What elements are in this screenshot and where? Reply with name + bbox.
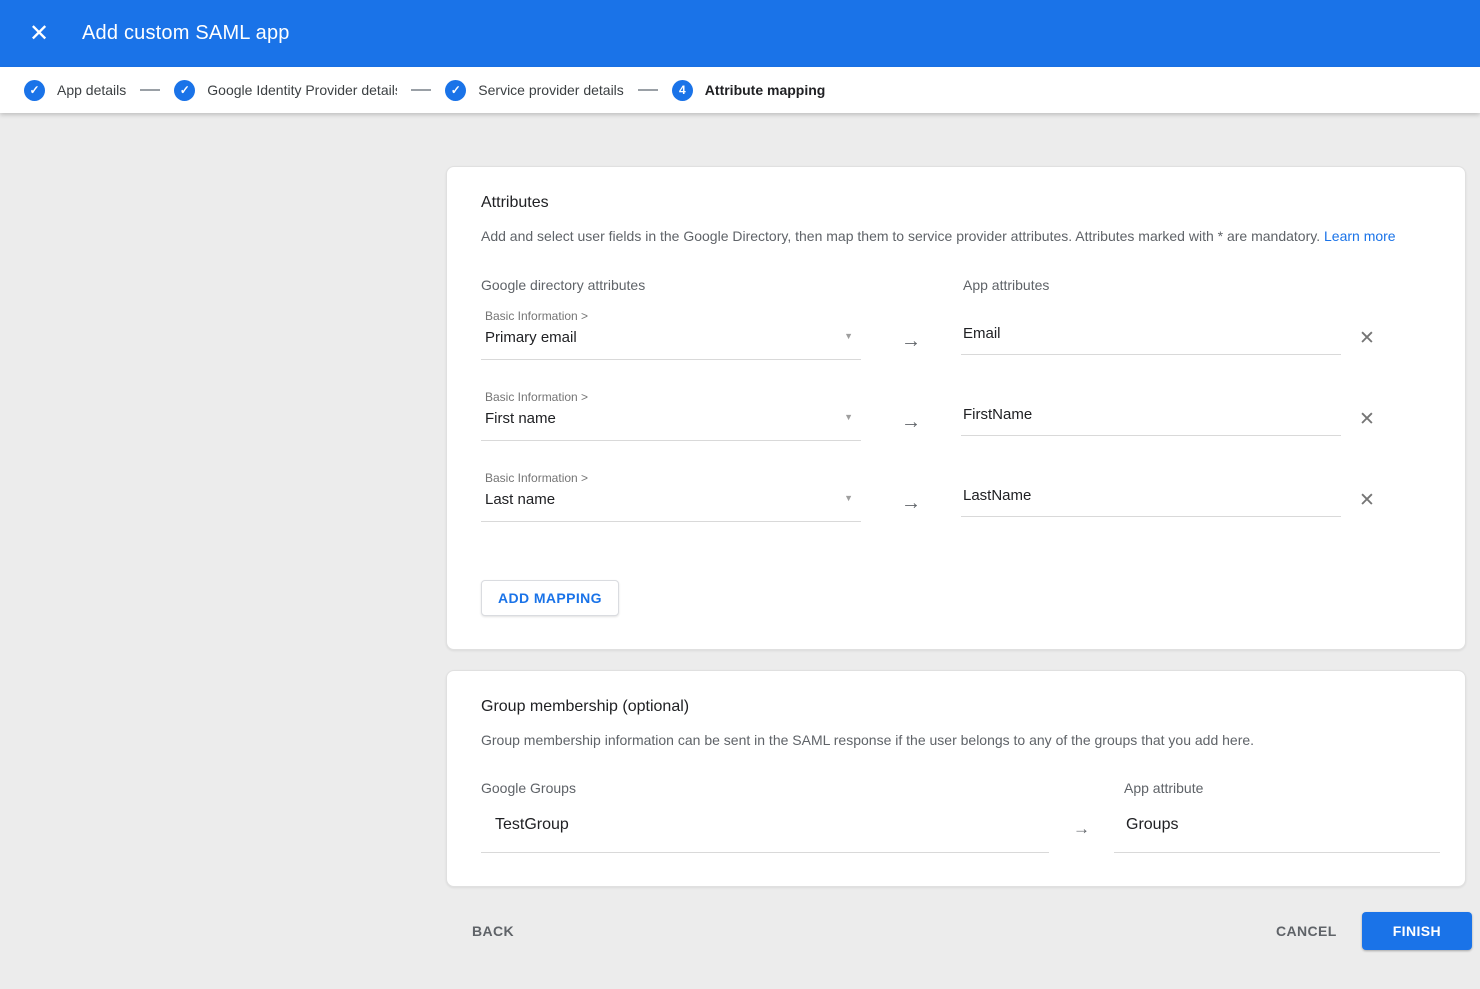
dialog-header: ✕ Add custom SAML app — [0, 0, 1480, 67]
chevron-down-icon: ▼ — [844, 412, 853, 422]
arrow-right-icon: → — [901, 412, 921, 432]
step-app-details[interactable]: ✓ App details — [24, 80, 126, 101]
directory-attribute-select[interactable]: Basic Information > Last name ▼ — [481, 471, 861, 522]
remove-mapping-icon[interactable]: ✕ — [1353, 325, 1381, 353]
attributes-description-text: Add and select user fields in the Google… — [481, 228, 1320, 244]
directory-attribute-value: Primary email — [485, 329, 837, 346]
arrow-right-icon: → — [1073, 820, 1090, 837]
remove-mapping-icon[interactable]: ✕ — [1353, 487, 1381, 515]
arrow-right-icon: → — [901, 331, 921, 351]
mapping-column-headers: Google directory attributes App attribut… — [481, 277, 1431, 293]
arrow-right-icon: → — [901, 493, 921, 513]
step-service-provider-details[interactable]: ✓ Service provider details — [445, 80, 624, 101]
step-number-icon: 4 — [672, 80, 693, 101]
step-separator — [638, 89, 658, 91]
step-google-idp-details[interactable]: ✓ Google Identity Provider details — [174, 80, 397, 101]
group-app-attribute-input[interactable]: Groups — [1114, 816, 1440, 853]
app-attributes-header: App attributes — [961, 277, 1341, 293]
step-separator — [411, 89, 431, 91]
step-label: Attribute mapping — [705, 82, 826, 98]
mapping-row: Basic Information > Primary email ▼ → Em… — [481, 309, 1431, 360]
app-attribute-label: App attribute — [1114, 780, 1440, 796]
group-column-headers: Google Groups App attribute — [481, 780, 1431, 796]
attributes-card-title: Attributes — [481, 194, 1431, 212]
step-label: App details — [57, 82, 126, 98]
directory-attribute-value: Last name — [485, 491, 837, 508]
attributes-card: Attributes Add and select user fields in… — [446, 166, 1466, 650]
step-separator — [140, 89, 160, 91]
add-mapping-button[interactable]: ADD MAPPING — [481, 580, 619, 616]
attributes-card-description: Add and select user fields in the Google… — [481, 227, 1431, 247]
google-groups-input[interactable]: TestGroup — [481, 816, 1049, 853]
app-attribute-input[interactable]: Email — [961, 325, 1341, 355]
attribute-category-label: Basic Information > — [485, 390, 837, 404]
chevron-down-icon: ▼ — [844, 493, 853, 503]
step-attribute-mapping[interactable]: 4 Attribute mapping — [672, 80, 826, 101]
wizard-stepper: ✓ App details ✓ Google Identity Provider… — [0, 67, 1480, 113]
back-button[interactable]: BACK — [456, 913, 530, 949]
step-label: Google Identity Provider details — [207, 82, 397, 98]
attribute-category-label: Basic Information > — [485, 471, 837, 485]
directory-attribute-select[interactable]: Basic Information > Primary email ▼ — [481, 309, 861, 360]
app-attribute-input[interactable]: FirstName — [961, 406, 1341, 436]
check-icon: ✓ — [445, 80, 466, 101]
group-membership-title: Group membership (optional) — [481, 698, 1431, 716]
dialog-title: Add custom SAML app — [82, 22, 290, 45]
attribute-category-label: Basic Information > — [485, 309, 837, 323]
cancel-button[interactable]: CANCEL — [1260, 913, 1353, 949]
mapping-row: Basic Information > Last name ▼ → LastNa… — [481, 471, 1431, 522]
check-icon: ✓ — [24, 80, 45, 101]
directory-attribute-select[interactable]: Basic Information > First name ▼ — [481, 390, 861, 441]
wizard-content: Attributes Add and select user fields in… — [446, 166, 1466, 887]
google-groups-label: Google Groups — [481, 780, 1049, 796]
group-mapping-row: TestGroup → Groups — [481, 796, 1431, 853]
step-label: Service provider details — [478, 82, 624, 98]
remove-mapping-icon[interactable]: ✕ — [1353, 406, 1381, 434]
directory-attribute-value: First name — [485, 410, 837, 427]
chevron-down-icon: ▼ — [844, 331, 853, 341]
group-membership-card: Group membership (optional) Group member… — [446, 670, 1466, 888]
app-attribute-input[interactable]: LastName — [961, 487, 1341, 517]
finish-button[interactable]: FINISH — [1362, 912, 1472, 950]
learn-more-link[interactable]: Learn more — [1324, 228, 1396, 244]
close-icon[interactable]: ✕ — [24, 19, 54, 49]
group-membership-description: Group membership information can be sent… — [481, 731, 1431, 751]
google-directory-attributes-header: Google directory attributes — [481, 277, 861, 293]
check-icon: ✓ — [174, 80, 195, 101]
add-custom-saml-app-dialog: ✕ Add custom SAML app ✓ App details ✓ Go… — [0, 0, 1480, 989]
mapping-row: Basic Information > First name ▼ → First… — [481, 390, 1431, 441]
wizard-footer: BACK CANCEL FINISH — [446, 912, 1472, 950]
